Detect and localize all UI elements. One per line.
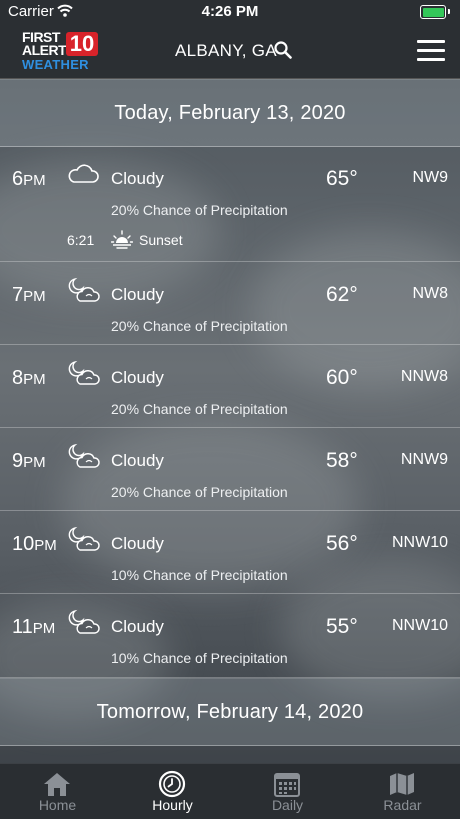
wind-label: NW8 — [412, 285, 448, 302]
tab-label: Daily — [271, 797, 304, 813]
home-icon — [44, 773, 70, 796]
condition-label: Cloudy — [111, 534, 164, 553]
night-cloudy-icon — [68, 277, 100, 302]
sunset-label: Sunset — [139, 232, 183, 248]
condition-label: Cloudy — [111, 285, 164, 304]
temperature-label: 65° — [326, 167, 358, 190]
wind-label: NNW10 — [391, 534, 448, 551]
tab-label: Home — [38, 797, 77, 813]
location-label[interactable]: ALBANY, GA — [175, 41, 277, 61]
hourly-row[interactable]: 10PM Cloudy 56° NNW10 10% Chance of Prec… — [0, 511, 460, 594]
precipitation-label: 20% Chance of Precipitation — [111, 318, 288, 334]
hour-label: 11PM — [12, 616, 56, 638]
wind-label: NNW8 — [400, 368, 448, 385]
map-icon — [390, 773, 414, 795]
condition-label: Cloudy — [111, 368, 164, 387]
wind-label: NW9 — [412, 169, 448, 186]
condition-label: Cloudy — [111, 451, 164, 470]
temperature-label: 55° — [326, 615, 358, 638]
precipitation-label: 10% Chance of Precipitation — [111, 650, 288, 666]
logo-number: 10 — [66, 32, 98, 56]
precipitation-label: 20% Chance of Precipitation — [111, 401, 288, 417]
hour-label: 8PM — [12, 367, 46, 389]
night-cloudy-icon — [68, 526, 100, 551]
battery-icon — [420, 5, 450, 19]
temperature-label: 60° — [326, 366, 358, 389]
temperature-label: 58° — [326, 449, 358, 472]
wind-label: NNW9 — [400, 451, 448, 468]
tab-bar: Home Hourly Daily Radar — [0, 763, 460, 819]
tab-daily[interactable]: Daily — [230, 764, 345, 819]
night-cloudy-icon — [68, 443, 100, 468]
first-alert-weather-logo[interactable]: FIRST ALERT 10 WEATHER — [22, 30, 100, 72]
condition-label: Cloudy — [111, 169, 164, 188]
precipitation-label: 20% Chance of Precipitation — [111, 202, 288, 218]
logo-line3: WEATHER — [22, 57, 89, 72]
day-title: Today, February 13, 2020 — [114, 102, 346, 124]
logo-line2: ALERT — [22, 42, 67, 58]
cloud-icon — [68, 164, 99, 183]
hourly-row[interactable]: 9PM Cloudy 58° NNW9 20% Chance of Precip… — [0, 428, 460, 511]
night-cloudy-icon — [68, 360, 100, 385]
hamburger-menu-icon[interactable] — [417, 40, 445, 62]
temperature-label: 62° — [326, 283, 358, 306]
sunset-time: 6:21 — [67, 232, 95, 248]
tab-home[interactable]: Home — [0, 764, 115, 819]
tab-label: Radar — [383, 797, 422, 813]
tab-label: Hourly — [152, 797, 193, 813]
wind-label: NNW10 — [391, 617, 448, 634]
search-icon[interactable] — [274, 41, 292, 59]
hour-label: 7PM — [12, 284, 46, 306]
precipitation-label: 10% Chance of Precipitation — [111, 567, 288, 583]
hourly-row[interactable]: 8PM Cloudy 60° NNW8 20% Chance of Precip… — [0, 345, 460, 428]
status-time: 4:26 PM — [201, 3, 259, 20]
status-bar: Carrier 4:26 PM — [0, 0, 460, 24]
condition-label: Cloudy — [111, 617, 164, 636]
tab-hourly[interactable]: Hourly — [115, 764, 230, 819]
hour-label: 6PM — [12, 168, 46, 190]
calendar-icon — [274, 773, 300, 797]
app-header: FIRST ALERT 10 WEATHER ALBANY, GA — [0, 24, 460, 79]
night-cloudy-icon — [68, 609, 100, 634]
temperature-label: 56° — [326, 532, 358, 555]
day-header-today: Today, February 13, 2020 — [0, 79, 460, 147]
hourly-row[interactable]: 7PM Cloudy 62° NW8 20% Chance of Precipi… — [0, 262, 460, 345]
clock-icon — [158, 770, 186, 798]
sunset-icon — [111, 230, 133, 249]
precipitation-label: 20% Chance of Precipitation — [111, 484, 288, 500]
day-header-tomorrow: Tomorrow, February 14, 2020 — [0, 678, 460, 746]
hourly-row[interactable]: 6PM Cloudy 65° NW9 20% Chance of Precipi… — [0, 146, 460, 262]
tab-radar[interactable]: Radar — [345, 764, 460, 819]
day-title: Tomorrow, February 14, 2020 — [96, 701, 364, 723]
hour-label: 10PM — [12, 533, 57, 555]
hour-label: 9PM — [12, 450, 46, 472]
hourly-row[interactable]: 11PM Cloudy 55° NNW10 10% Chance of Prec… — [0, 594, 460, 678]
